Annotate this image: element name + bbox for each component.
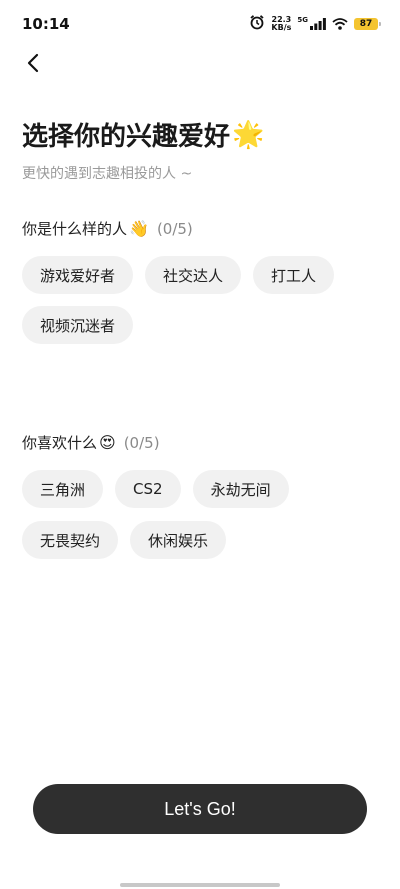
- section-heading-what-you-like: 你喜欢什么 😍 (0/5): [22, 432, 160, 453]
- glowing-star-icon: 🌟: [232, 119, 265, 150]
- tag-row: 三角洲 CS2 永劫无间: [22, 470, 289, 508]
- home-indicator[interactable]: [120, 883, 280, 887]
- heart-eyes-icon: 😍: [99, 433, 116, 452]
- section-heading-text: 你是什么样的人: [22, 220, 128, 238]
- waving-hand-icon: 👋: [129, 219, 149, 238]
- network-type: 5G: [297, 16, 308, 24]
- battery-indicator: 87: [354, 18, 381, 30]
- tag-row: 游戏爱好者 社交达人 打工人: [22, 256, 335, 294]
- interest-selection-screen: 10:14 22.3 KB/s 5G 87 选择你的兴趣爱好 🌟 更快的遇到志趣…: [0, 0, 400, 889]
- net-speed: 22.3 KB/s: [271, 16, 291, 32]
- page-title-text: 选择你的兴趣爱好: [22, 122, 231, 152]
- tag-chip[interactable]: 永劫无间: [192, 470, 289, 508]
- tag-chip[interactable]: 休闲娱乐: [130, 521, 227, 559]
- tag-row: 视频沉迷者: [22, 306, 134, 344]
- page-subtitle: 更快的遇到志趣相投的人 ~: [22, 166, 193, 182]
- tag-chip[interactable]: 视频沉迷者: [22, 306, 134, 344]
- tag-chip[interactable]: 无畏契约: [22, 521, 119, 559]
- selection-count: (0/5): [156, 219, 193, 238]
- section-heading-who-you-are: 你是什么样的人 👋 (0/5): [22, 218, 193, 239]
- page-title: 选择你的兴趣爱好 🌟: [22, 116, 264, 153]
- tag-chip[interactable]: 游戏爱好者: [22, 256, 134, 294]
- selection-count: (0/5): [123, 433, 160, 452]
- tag-chip[interactable]: CS2: [115, 470, 181, 508]
- status-icons: 22.3 KB/s 5G 87: [249, 14, 381, 34]
- wifi-icon: [332, 15, 348, 34]
- signal-icon: [310, 15, 326, 34]
- lets-go-button[interactable]: Let's Go!: [33, 784, 367, 834]
- tag-row: 无畏契约 休闲娱乐: [22, 521, 227, 559]
- status-bar: 10:14 22.3 KB/s 5G 87: [0, 0, 400, 48]
- section-heading-text: 你喜欢什么: [22, 434, 98, 452]
- tag-chip[interactable]: 三角洲: [22, 470, 104, 508]
- tag-chip[interactable]: 社交达人: [145, 256, 242, 294]
- tag-chip[interactable]: 打工人: [253, 256, 335, 294]
- alarm-icon: [249, 14, 265, 34]
- chevron-left-icon: [27, 53, 39, 73]
- net-speed-unit: KB/s: [271, 23, 292, 32]
- back-button[interactable]: [20, 50, 46, 76]
- status-time: 10:14: [22, 15, 70, 33]
